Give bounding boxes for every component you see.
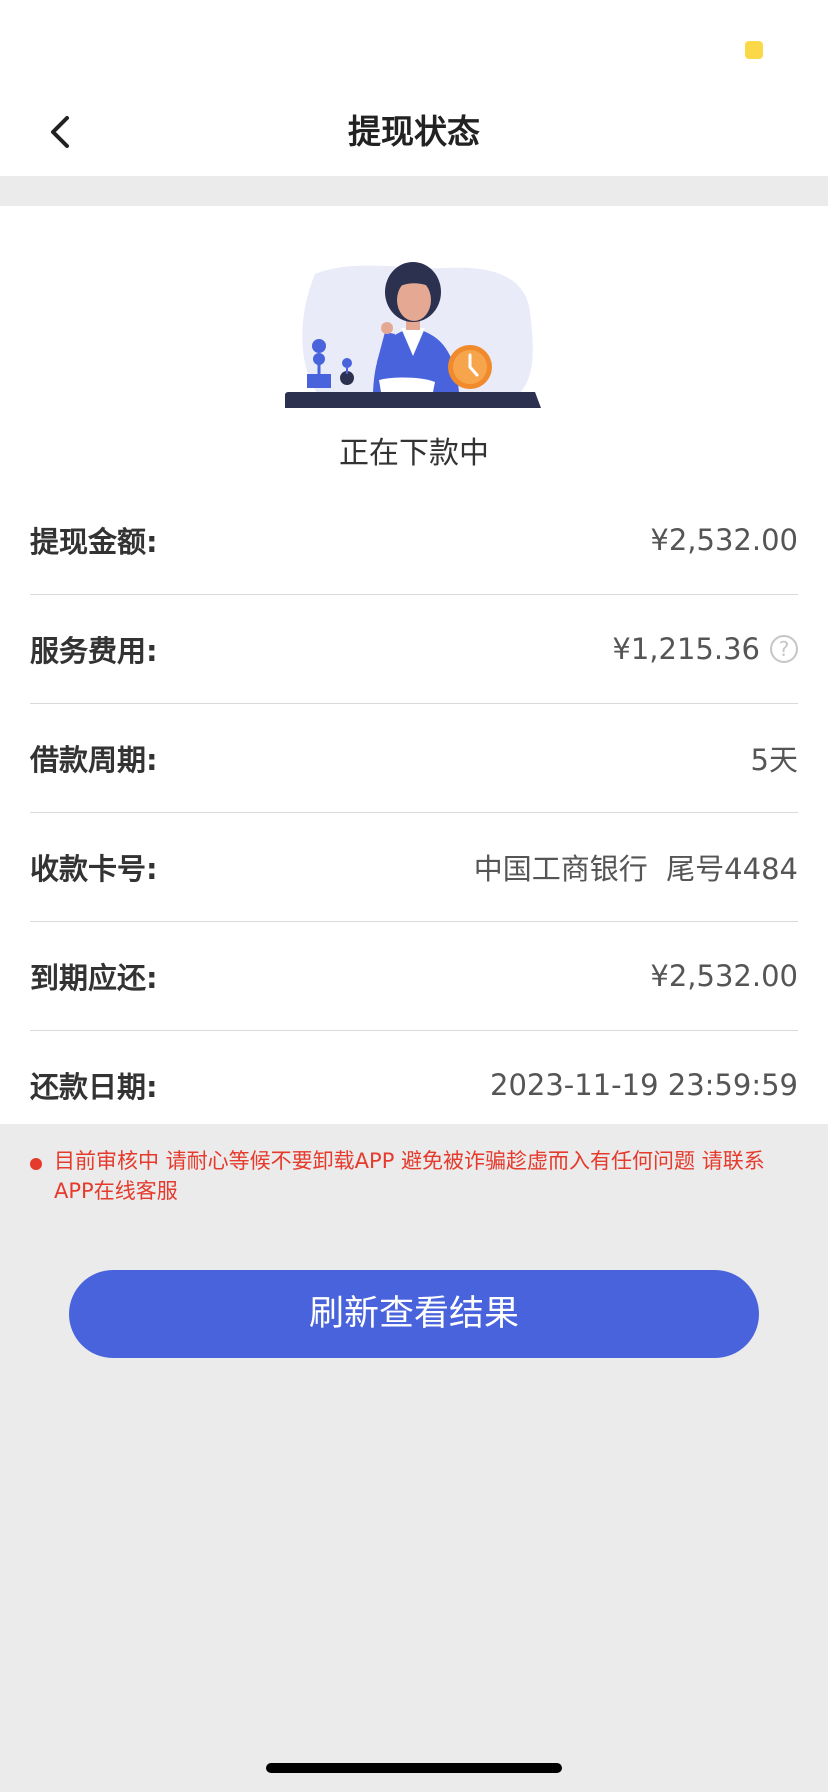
detail-row-due-amount: 到期应还: ¥2,532.00 [30, 922, 798, 1031]
due-date-value: 2023-11-19 23:59:59 [490, 1068, 798, 1102]
detail-label: 还款日期: [30, 1070, 158, 1104]
page-title: 提现状态 [348, 112, 480, 151]
waiting-illustration [285, 262, 541, 408]
amount-value: ¥2,532.00 [650, 523, 798, 557]
detail-row-term: 借款周期: 5天 [30, 704, 798, 813]
status-indicator-dot [745, 41, 763, 59]
detail-value: 中国工商银行 尾号4484 [474, 846, 798, 888]
detail-row-amount: 提现金额: ¥2,532.00 [30, 486, 798, 595]
detail-value: 5天 [751, 737, 798, 779]
detail-row-card: 收款卡号: 中国工商银行 尾号4484 [30, 813, 798, 922]
details-list: 提现金额: ¥2,532.00 服务费用: ¥1,215.36 ? 借款周期: … [30, 486, 798, 1139]
term-value: 5天 [750, 743, 798, 777]
card-value: 中国工商银行 尾号4484 [473, 852, 798, 886]
refresh-button[interactable]: 刷新查看结果 [69, 1270, 759, 1358]
status-text: 正在下款中 [339, 436, 489, 471]
detail-label: 借款周期: [30, 743, 158, 777]
due-amount-value: ¥2,532.00 [650, 959, 798, 993]
notice-text: 目前审核中 请耐心等候不要卸载APP 避免被诈骗趁虚而入有任何问题 请联系APP… [54, 1149, 765, 1203]
detail-value: ¥1,215.36 ? [612, 632, 798, 666]
detail-label: 服务费用: [30, 634, 158, 668]
help-icon[interactable]: ? [770, 635, 798, 663]
status-card: 正在下款中 提现金额: ¥2,532.00 服务费用: ¥1,215.36 ? … [0, 206, 828, 1124]
detail-row-due-date: 还款日期: 2023-11-19 23:59:59 [30, 1031, 798, 1139]
detail-label: 到期应还: [30, 961, 158, 995]
nav-bar: 提现状态 [0, 88, 828, 176]
detail-label: 提现金额: [30, 525, 158, 559]
detail-row-service-fee: 服务费用: ¥1,215.36 ? [30, 595, 798, 704]
service-fee-value: ¥1,215.36 [612, 632, 760, 666]
detail-value: ¥2,532.00 [650, 959, 798, 993]
warning-dot-icon [30, 1158, 42, 1170]
detail-value: ¥2,532.00 [650, 523, 798, 557]
home-indicator [266, 1763, 562, 1773]
notice: 目前审核中 请耐心等候不要卸载APP 避免被诈骗趁虚而入有任何问题 请联系APP… [30, 1146, 788, 1206]
detail-label: 收款卡号: [30, 852, 158, 886]
detail-value: 2023-11-19 23:59:59 [490, 1068, 798, 1102]
status-bar [0, 0, 828, 88]
